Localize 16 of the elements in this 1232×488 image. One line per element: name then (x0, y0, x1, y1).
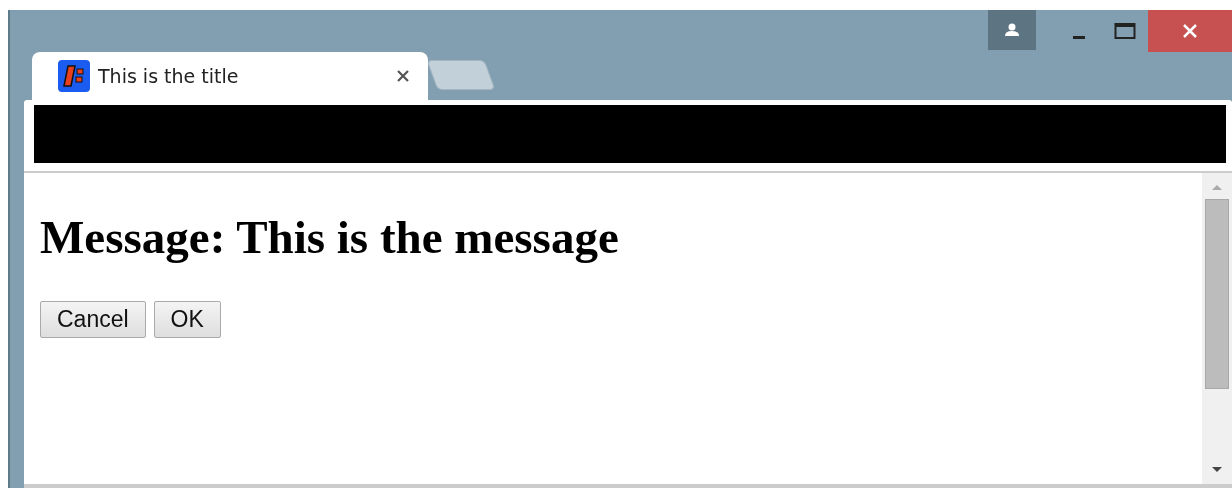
favicon-icon (58, 60, 90, 92)
scrollbar[interactable] (1202, 173, 1232, 484)
tab-title: This is the title (98, 65, 240, 87)
person-icon (1004, 23, 1020, 37)
maximize-icon (1114, 22, 1136, 40)
minimize-icon (1073, 35, 1085, 39)
close-icon (1182, 23, 1198, 39)
browser-tab[interactable]: This is the title (32, 52, 428, 100)
dialog-button[interactable]: OK (153, 301, 221, 338)
profile-button[interactable] (988, 10, 1036, 50)
message-heading: Message: This is the message (40, 213, 620, 261)
scroll-down-icon[interactable] (1211, 466, 1223, 474)
close-tab-icon[interactable] (396, 69, 410, 83)
scroll-up-icon[interactable] (1211, 183, 1223, 191)
dialog-button[interactable]: Cancel (40, 301, 146, 338)
scrollbar-thumb[interactable] (1205, 199, 1229, 389)
